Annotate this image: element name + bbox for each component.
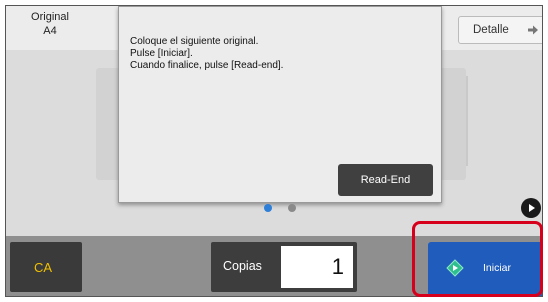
- dialog-line: Coloque el siguiente original.: [130, 36, 259, 47]
- start-highlight-frame: [412, 221, 543, 297]
- detail-label: Detalle: [473, 24, 509, 36]
- detail-button[interactable]: Detalle: [458, 16, 542, 44]
- copies-input[interactable]: 1: [281, 246, 353, 288]
- page-dot-active[interactable]: [264, 204, 272, 212]
- ca-button[interactable]: CA: [10, 242, 82, 292]
- original-size: A4: [43, 25, 57, 37]
- read-end-button[interactable]: Read-End: [338, 164, 433, 196]
- original-label: Original: [31, 11, 69, 23]
- copies-control: Copias 1: [211, 242, 357, 292]
- original-setting[interactable]: Original A4: [12, 10, 88, 50]
- dialog-line: Cuando finalice, pulse [Read-end].: [130, 60, 284, 71]
- next-page-button[interactable]: [521, 198, 541, 218]
- play-circle-icon: [529, 204, 535, 212]
- copies-label: Copias: [223, 259, 262, 273]
- message-dialog: Coloque el siguiente original. Pulse [In…: [118, 6, 442, 203]
- page-dot[interactable]: [288, 204, 296, 212]
- arrow-right-icon: [528, 25, 538, 35]
- dialog-line: Pulse [Iniciar].: [130, 48, 193, 59]
